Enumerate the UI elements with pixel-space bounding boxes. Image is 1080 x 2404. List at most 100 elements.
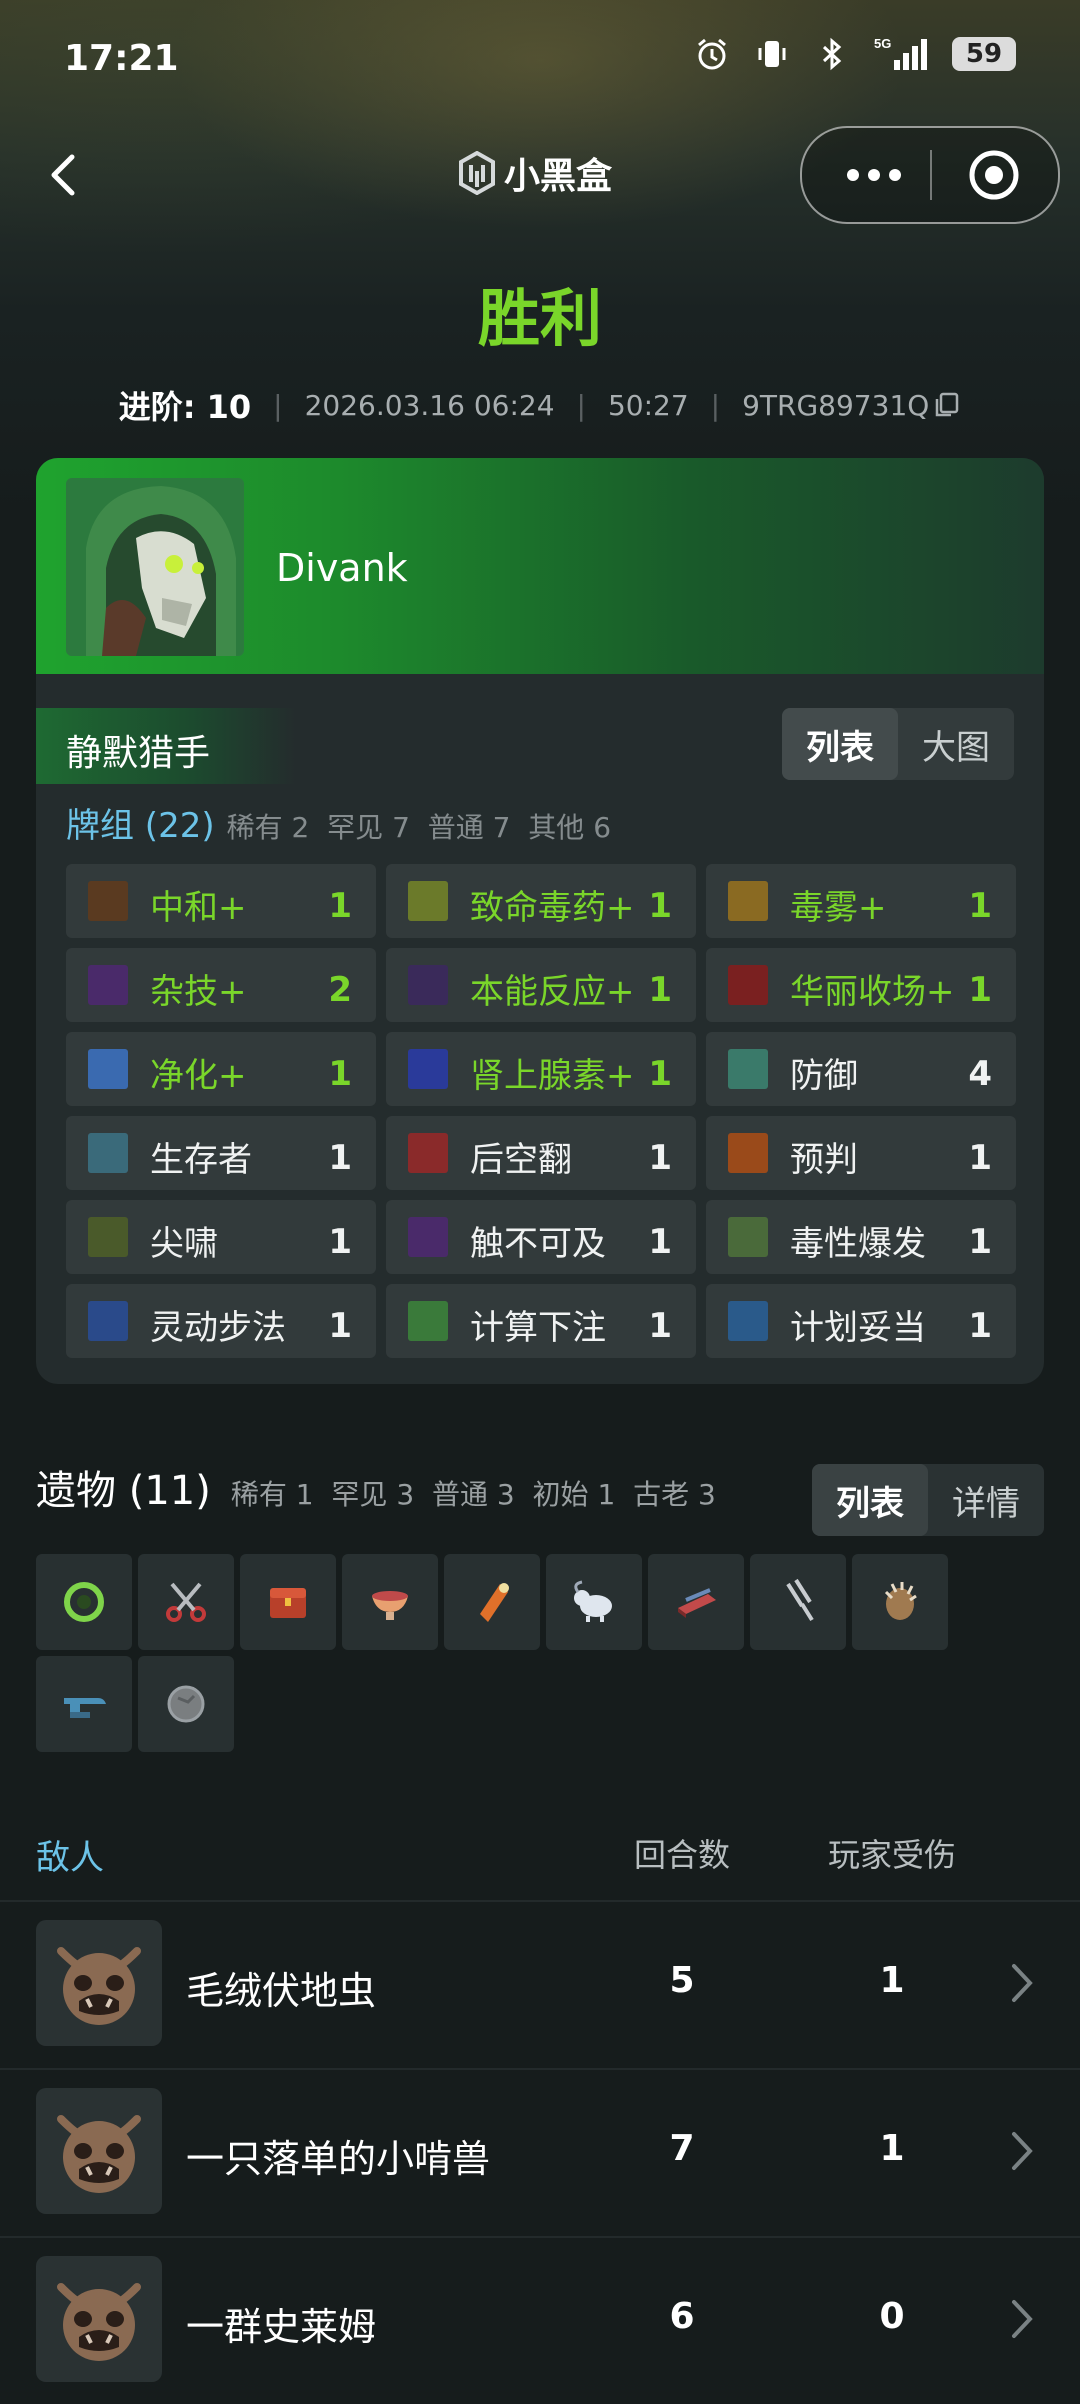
stat-label: 其他 bbox=[528, 811, 585, 844]
relic-item[interactable] bbox=[138, 1656, 234, 1752]
card-art-icon bbox=[88, 1217, 128, 1257]
tab-details[interactable]: 详情 bbox=[928, 1464, 1044, 1536]
deck-title: 牌组 (22) bbox=[66, 806, 215, 846]
relic-item[interactable] bbox=[648, 1554, 744, 1650]
relic-list bbox=[36, 1554, 1048, 1752]
meta-separator: | bbox=[576, 388, 586, 422]
record-target-icon[interactable] bbox=[968, 149, 1020, 201]
chevron-right-icon bbox=[1012, 2132, 1033, 2170]
enemy-turns: 5 bbox=[669, 1960, 695, 2001]
status-bar: 17:21 5G 59 bbox=[0, 0, 1080, 120]
deck-card[interactable]: 计算下注 1 bbox=[386, 1284, 696, 1358]
card-name: 净化+ bbox=[150, 1056, 247, 1096]
stat-value: 7 bbox=[492, 811, 511, 844]
vibrate-icon bbox=[754, 36, 790, 72]
enemy-row[interactable]: 一只落单的小啃兽 7 1 bbox=[0, 2068, 1080, 2236]
run-id-copy[interactable]: 9TRG89731Q bbox=[742, 389, 961, 422]
tab-list[interactable]: 列表 bbox=[812, 1464, 928, 1536]
card-count: 1 bbox=[648, 1222, 672, 1262]
back-button[interactable] bbox=[38, 145, 98, 205]
deck-card[interactable]: 预判 1 bbox=[706, 1116, 1016, 1190]
deck-card[interactable]: 防御 4 bbox=[706, 1032, 1016, 1106]
tab-list[interactable]: 列表 bbox=[782, 708, 898, 780]
relics-title: 遗物 (11) bbox=[36, 1468, 211, 1514]
character-name: 静默猎手 bbox=[66, 733, 211, 774]
deck-rarity-stats: 稀有 2 罕见 7 普通 7 其他 6 bbox=[227, 806, 611, 846]
relic-item[interactable] bbox=[444, 1554, 540, 1650]
card-name: 毒性爆发 bbox=[790, 1224, 926, 1264]
mini-program-capsule bbox=[800, 126, 1060, 224]
card-art-icon bbox=[88, 881, 128, 921]
deck-card[interactable]: 杂技+ 2 bbox=[66, 948, 376, 1022]
enemy-row[interactable]: 毛绒伏地虫 5 1 bbox=[0, 1900, 1080, 2068]
card-art-icon bbox=[728, 1049, 768, 1089]
enemy-name: 毛绒伏地虫 bbox=[186, 1969, 377, 2013]
card-count: 1 bbox=[968, 1306, 992, 1346]
card-art-icon bbox=[408, 881, 448, 921]
enemy-damage: 1 bbox=[879, 1960, 905, 2001]
deck-card[interactable]: 后空翻 1 bbox=[386, 1116, 696, 1190]
card-count: 1 bbox=[328, 886, 352, 926]
meta-separator: | bbox=[273, 388, 283, 422]
svg-text:5G: 5G bbox=[874, 36, 891, 51]
deck-card-grid: 中和+ 1 致命毒药+ 1 毒雾+ 1 杂技+ 2 本能反应+ 1 华丽收场+ 1 净化+ 1 肾上腺素+ 1… bbox=[66, 864, 1016, 1358]
character-row: 静默猎手 列表 大图 bbox=[36, 708, 1044, 784]
relic-item[interactable] bbox=[342, 1554, 438, 1650]
brand-logo-icon bbox=[459, 151, 495, 195]
card-count: 1 bbox=[968, 886, 992, 926]
relic-item[interactable] bbox=[546, 1554, 642, 1650]
more-dots-icon[interactable] bbox=[834, 150, 914, 200]
enemy-avatar bbox=[36, 2256, 162, 2382]
card-art-icon bbox=[728, 881, 768, 921]
relic-item[interactable] bbox=[138, 1554, 234, 1650]
deck-card[interactable]: 致命毒药+ 1 bbox=[386, 864, 696, 938]
deck-card[interactable]: 生存者 1 bbox=[66, 1116, 376, 1190]
card-count: 1 bbox=[328, 1306, 352, 1346]
card-art-icon bbox=[728, 1133, 768, 1173]
deck-card[interactable]: 中和+ 1 bbox=[66, 864, 376, 938]
card-art-icon bbox=[728, 1301, 768, 1341]
card-art-icon bbox=[88, 965, 128, 1005]
enemy-damage: 1 bbox=[879, 2128, 905, 2169]
stat-value: 3 bbox=[396, 1478, 415, 1511]
card-count: 1 bbox=[328, 1138, 352, 1178]
run-datetime: 2026.03.16 06:24 bbox=[304, 388, 555, 422]
enemy-row[interactable]: 一群史莱姆 6 0 bbox=[0, 2236, 1080, 2404]
deck-card[interactable]: 毒雾+ 1 bbox=[706, 864, 1016, 938]
relic-item[interactable] bbox=[852, 1554, 948, 1650]
signal-icon: 5G bbox=[874, 36, 928, 72]
card-name: 预判 bbox=[790, 1140, 858, 1180]
tab-large-image[interactable]: 大图 bbox=[898, 708, 1014, 780]
card-name: 计算下注 bbox=[470, 1308, 606, 1348]
deck-card[interactable]: 毒性爆发 1 bbox=[706, 1200, 1016, 1274]
deck-card[interactable]: 触不可及 1 bbox=[386, 1200, 696, 1274]
battery-icon: 59 bbox=[952, 37, 1016, 71]
card-name: 华丽收场+ bbox=[790, 972, 955, 1012]
relic-item[interactable] bbox=[36, 1656, 132, 1752]
stat-value: 1 bbox=[597, 1478, 616, 1511]
bowl-relic-icon bbox=[372, 1591, 408, 1620]
card-count: 1 bbox=[968, 1138, 992, 1178]
chest-relic-icon bbox=[270, 1588, 306, 1618]
player-name: Divank bbox=[276, 546, 408, 590]
deck-card[interactable]: 净化+ 1 bbox=[66, 1032, 376, 1106]
relic-rarity-stats: 稀有 1 罕见 3 普通 3 初始 1 古老 3 bbox=[231, 1473, 716, 1513]
enemies-column-name: 敌人 bbox=[36, 1838, 104, 1878]
deck-card[interactable]: 肾上腺素+ 1 bbox=[386, 1032, 696, 1106]
card-count: 1 bbox=[328, 1222, 352, 1262]
brand-name: 小黑盒 bbox=[504, 156, 613, 197]
deck-card[interactable]: 灵动步法 1 bbox=[66, 1284, 376, 1358]
deck-card[interactable]: 华丽收场+ 1 bbox=[706, 948, 1016, 1022]
relics-header: 遗物 (11) 稀有 1 罕见 3 普通 3 初始 1 古老 3 bbox=[36, 1458, 716, 1516]
card-art-icon bbox=[408, 1301, 448, 1341]
deck-card[interactable]: 计划妥当 1 bbox=[706, 1284, 1016, 1358]
relic-item[interactable] bbox=[36, 1554, 132, 1650]
relic-item[interactable] bbox=[750, 1554, 846, 1650]
card-count: 1 bbox=[328, 1054, 352, 1094]
capsule-divider bbox=[930, 150, 932, 200]
relic-item[interactable] bbox=[240, 1554, 336, 1650]
deck-card[interactable]: 尖啸 1 bbox=[66, 1200, 376, 1274]
stat-label: 普通 bbox=[431, 1478, 488, 1511]
deck-card[interactable]: 本能反应+ 1 bbox=[386, 948, 696, 1022]
card-name: 尖啸 bbox=[150, 1224, 218, 1264]
